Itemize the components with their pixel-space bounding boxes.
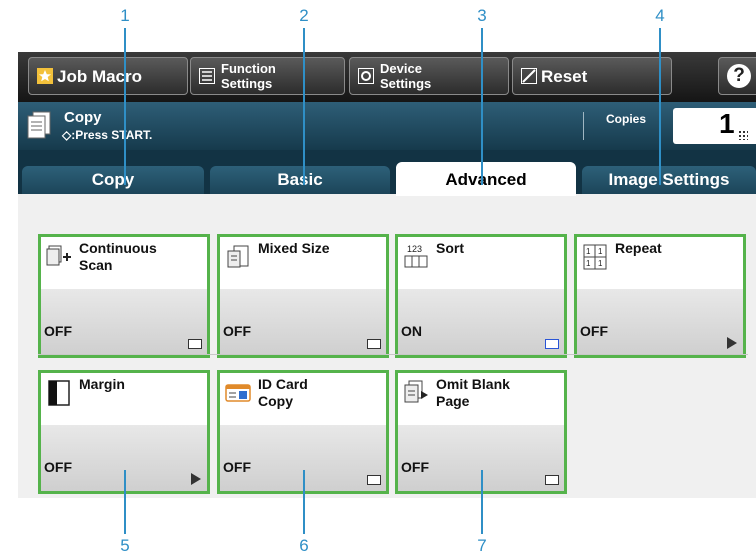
- callout-line-6: [303, 470, 305, 534]
- callout-line-4: [659, 28, 661, 185]
- callout-2: 2: [299, 6, 309, 25]
- device-settings-label: Device Settings: [380, 61, 432, 91]
- card-value: ON: [401, 323, 422, 339]
- status-bar: Copy ◇:Press START. Copies 1: [18, 102, 756, 150]
- job-macro-label: Job Macro: [57, 67, 143, 86]
- card-value: OFF: [223, 459, 251, 475]
- svg-text:1: 1: [586, 247, 591, 256]
- setting-indicator: [367, 475, 381, 485]
- callout-line-1: [124, 28, 126, 185]
- star-icon: [37, 68, 53, 84]
- continuous-scan-icon: [46, 245, 71, 266]
- divider: [583, 112, 584, 140]
- printer-panel: Job Macro Function Settings Device Setti…: [18, 52, 756, 498]
- card-label: Mixed Size: [258, 240, 330, 256]
- tab-basic[interactable]: Basic: [210, 166, 390, 194]
- svg-text:1: 1: [598, 259, 603, 268]
- card-value: OFF: [44, 323, 72, 339]
- card-label: Margin: [79, 376, 125, 392]
- card-value: OFF: [44, 459, 72, 475]
- svg-text:1: 1: [586, 259, 591, 268]
- card-label: Continuous Scan: [79, 240, 157, 273]
- sort-icon: 123: [404, 244, 428, 268]
- mixed-size-button[interactable]: Mixed Size OFF: [217, 234, 389, 358]
- copies-label: Copies: [606, 112, 647, 126]
- card-value: OFF: [580, 323, 608, 339]
- copies-value: 1: [719, 108, 735, 139]
- setting-indicator: [545, 339, 559, 349]
- tab-advanced[interactable]: Advanced: [396, 162, 576, 196]
- setting-indicator: [188, 339, 202, 349]
- job-macro-button[interactable]: Job Macro: [28, 57, 188, 95]
- callout-5: 5: [120, 536, 130, 555]
- arrow-right-icon: [191, 473, 201, 485]
- callout-7: 7: [477, 536, 487, 555]
- repeat-icon: 1 1 1 1: [583, 244, 607, 270]
- card-value: OFF: [401, 459, 429, 475]
- card-label: Repeat: [615, 240, 662, 256]
- divider: [38, 354, 748, 355]
- repeat-button[interactable]: 1 1 1 1 Repeat OFF: [574, 234, 746, 358]
- omit-blank-page-icon: [404, 380, 428, 403]
- reset-icon: [521, 68, 537, 84]
- callout-4: 4: [655, 6, 665, 25]
- status-message: ◇:Press START.: [62, 128, 153, 142]
- top-toolbar: Job Macro Function Settings Device Setti…: [18, 52, 756, 102]
- tab-image-settings[interactable]: Image Settings: [582, 166, 756, 194]
- callout-line-3: [481, 28, 483, 185]
- help-button[interactable]: ?: [718, 57, 756, 95]
- callout-line-2: [303, 28, 305, 185]
- card-value: OFF: [223, 323, 251, 339]
- keypad-icon: [738, 130, 748, 140]
- sort-button[interactable]: 123 Sort ON: [395, 234, 567, 358]
- callout-6: 6: [299, 536, 309, 555]
- copy-icon: [27, 111, 51, 139]
- device-settings-button[interactable]: Device Settings: [349, 57, 509, 95]
- function-settings-label: Function Settings: [221, 61, 276, 91]
- tab-bar: Copy Basic Advanced Image Settings: [18, 150, 756, 196]
- callout-1: 1: [120, 6, 130, 25]
- arrow-right-icon: [727, 337, 737, 349]
- mixed-size-icon: [227, 245, 249, 268]
- reset-button[interactable]: Reset: [512, 57, 672, 95]
- card-label: Sort: [436, 240, 464, 256]
- margin-icon: [48, 380, 70, 406]
- function-settings-button[interactable]: Function Settings: [190, 57, 345, 95]
- svg-text:1: 1: [598, 247, 603, 256]
- device-settings-icon: [358, 68, 374, 84]
- setting-indicator: [367, 339, 381, 349]
- setting-indicator: [545, 475, 559, 485]
- mode-title: Copy: [64, 109, 102, 126]
- card-label: ID Card Copy: [258, 376, 308, 409]
- reset-label: Reset: [541, 67, 588, 86]
- copies-field[interactable]: 1: [673, 108, 756, 144]
- card-label: Omit Blank Page: [436, 376, 510, 409]
- function-settings-icon: [199, 68, 215, 84]
- help-icon: ?: [727, 64, 751, 88]
- tab-copy[interactable]: Copy: [22, 166, 204, 194]
- callout-line-7: [481, 470, 483, 534]
- callout-line-5: [124, 470, 126, 534]
- svg-text:123: 123: [407, 244, 422, 254]
- continuous-scan-button[interactable]: Continuous Scan OFF: [38, 234, 210, 358]
- callout-3: 3: [477, 6, 487, 25]
- id-card-icon: [225, 384, 251, 402]
